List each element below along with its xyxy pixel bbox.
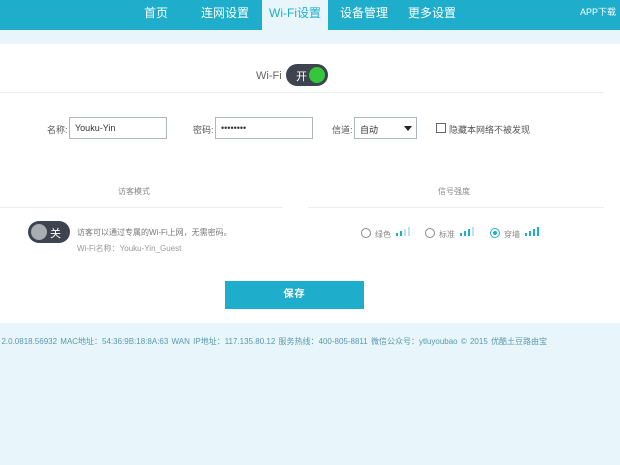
channel-label: 信道: [332, 125, 353, 135]
name-label: 名称: [47, 125, 68, 135]
footer: : 2.0.0818.56932 MAC地址：54:36:9B:18:8A:63… [0, 323, 620, 357]
nav-item-home[interactable]: 首页 [130, 0, 182, 30]
guest-toggle-text: 关 [50, 228, 61, 240]
nav-spacer [0, 30, 620, 44]
guest-toggle[interactable]: 关 [28, 221, 70, 243]
wifi-toggle-knob [309, 67, 325, 83]
guest-toggle-knob [31, 224, 47, 240]
password-label: 密码: [193, 125, 214, 135]
signal-label-green: 绿色 [375, 230, 391, 239]
hide-network-label: 隐藏本网络不被发现 [449, 125, 531, 135]
signal-radio-standard[interactable] [425, 228, 435, 238]
wifi-toggle[interactable]: 开 [286, 64, 328, 86]
channel-select[interactable]: 自动 [354, 117, 417, 139]
signal-bars-icon-standard [460, 226, 478, 236]
footer-info: : 2.0.0818.56932 MAC地址：54:36:9B:18:8A:63… [0, 337, 547, 346]
signal-bars-icon-green [396, 226, 414, 236]
wifi-settings-panel: Wi-Fi 开 名称: 密码: 信道: 自动 隐藏本网络不被发现 访客模式 信号… [0, 44, 620, 323]
guest-wifi-name: Wi-Fi名称：Youku-Yin_Guest [77, 244, 182, 253]
signal-bars-icon-through-wall [525, 226, 543, 236]
save-button[interactable]: 保存 [225, 281, 364, 309]
nav-item-more-settings[interactable]: 更多设置 [402, 0, 462, 30]
password-input[interactable] [215, 117, 313, 139]
divider-top [0, 92, 604, 93]
signal-label-standard: 标准 [439, 230, 455, 239]
page-background-bottom [0, 357, 620, 465]
divider-guest [0, 207, 283, 208]
divider-signal [308, 207, 604, 208]
nav-item-wifi-settings[interactable]: Wi-Fi设置 [262, 0, 328, 30]
signal-label-through-wall: 穿墙 [504, 230, 520, 239]
wifi-label: Wi-Fi [256, 70, 282, 82]
guest-note: 访客可以通过专属的Wi-Fi上网，无需密码。 [77, 228, 232, 237]
nav-item-network-settings[interactable]: 连网设置 [190, 0, 260, 30]
top-nav: 首页 连网设置 Wi-Fi设置 设备管理 更多设置 APP下载 [0, 0, 620, 30]
nav-item-device-management[interactable]: 设备管理 [334, 0, 394, 30]
signal-section-title: 信号强度 [438, 187, 470, 196]
name-input[interactable] [69, 117, 167, 139]
app-download-link[interactable]: APP下载 [580, 0, 616, 30]
guest-section-title: 访客模式 [118, 187, 150, 196]
wifi-toggle-text: 开 [296, 71, 307, 83]
signal-radio-through-wall[interactable] [490, 228, 500, 238]
hide-network-checkbox[interactable] [436, 123, 446, 133]
signal-radio-green[interactable] [361, 228, 371, 238]
chevron-down-icon [404, 126, 412, 131]
channel-select-value: 自动 [360, 125, 379, 135]
